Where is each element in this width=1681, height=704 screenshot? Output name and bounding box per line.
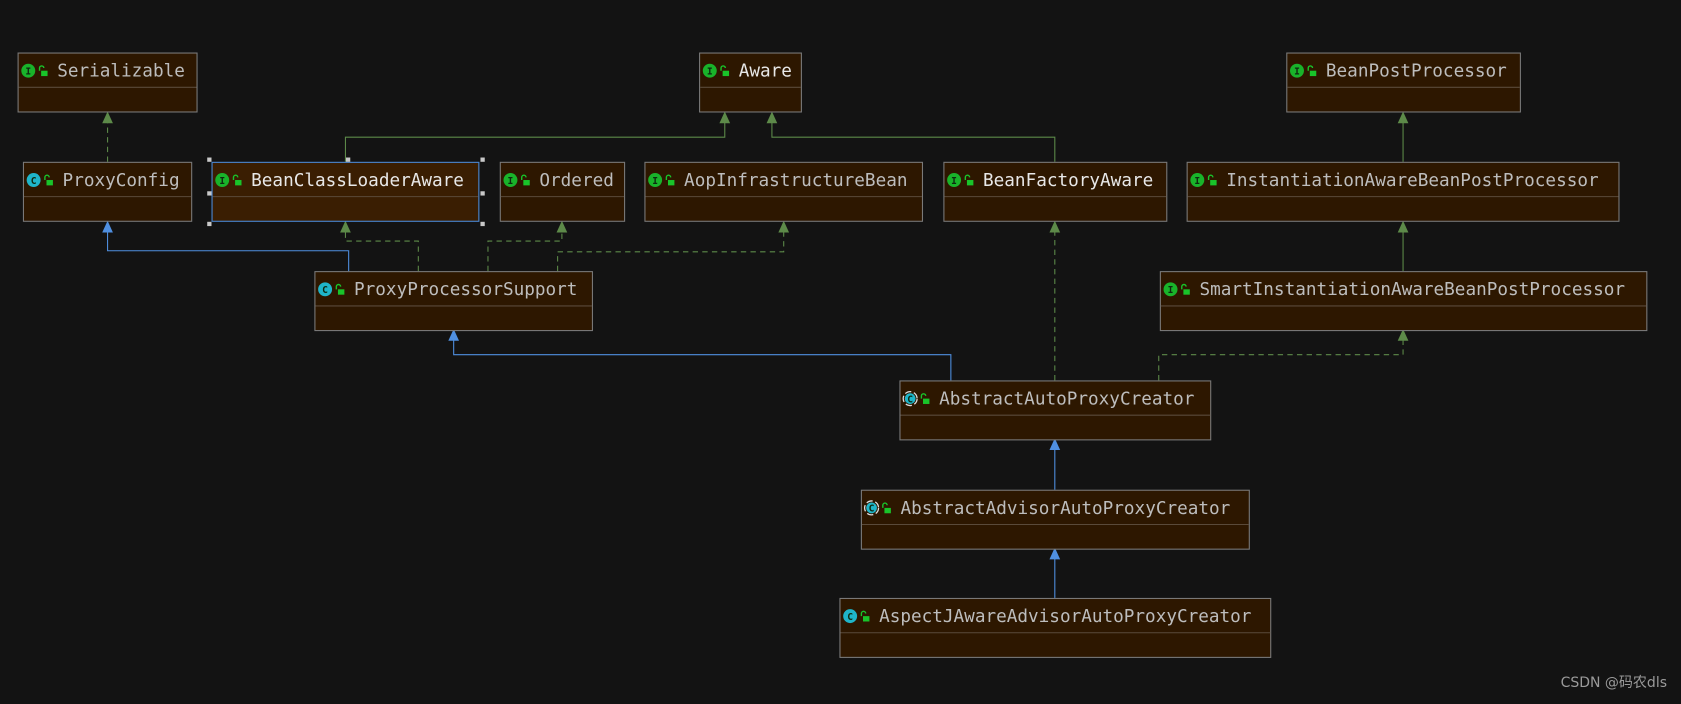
interface-icon: I <box>947 173 962 187</box>
arrowhead <box>1397 220 1409 233</box>
class-name: BeanClassLoaderAware <box>251 171 464 191</box>
arrowhead <box>102 220 113 233</box>
svg-text:C: C <box>847 612 853 623</box>
resize-handle[interactable] <box>480 157 485 162</box>
arrowhead <box>778 220 790 233</box>
svg-text:I: I <box>1294 66 1300 77</box>
class-name: ProxyConfig <box>63 171 180 191</box>
interface-icon: I <box>21 63 36 78</box>
resize-handle[interactable] <box>207 157 212 162</box>
svg-text:I: I <box>951 176 957 187</box>
class-node-bcla[interactable]: I BeanClassLoaderAware <box>207 157 485 227</box>
class-node-bpp[interactable]: I BeanPostProcessor <box>1286 52 1521 113</box>
arrowhead <box>556 220 568 233</box>
class-name: AbstractAdvisorAutoProxyCreator <box>901 499 1231 519</box>
svg-text:C: C <box>322 285 328 296</box>
svg-text:I: I <box>219 176 225 187</box>
svg-text:C: C <box>907 394 913 405</box>
watermark: CSDN @码农dls <box>1560 675 1667 691</box>
interface-icon: I <box>1290 63 1304 78</box>
class-icon: C <box>843 609 858 624</box>
svg-text:I: I <box>508 176 514 187</box>
class-node-aware[interactable]: I Aware <box>699 52 802 113</box>
class-name: SmartInstantiationAwareBeanPostProcessor <box>1199 280 1625 300</box>
class-name: AspectJAwareAdvisorAutoProxyCreator <box>879 607 1251 627</box>
resize-handle[interactable] <box>480 191 485 196</box>
uml-class-diagram: I Serializable I Aware I BeanPostProcessor C Pr… <box>17 52 1648 658</box>
interface-icon: I <box>1190 173 1205 187</box>
arrowhead <box>719 111 731 124</box>
edge-pps-aib <box>557 229 785 272</box>
edge-bcla-aware <box>344 120 726 162</box>
class-node-proxyconfig[interactable]: C ProxyConfig <box>22 161 193 222</box>
class-name: BeanFactoryAware <box>983 171 1153 191</box>
edge-pps-bcla <box>344 229 419 272</box>
arrowhead <box>1049 220 1061 233</box>
class-node-serializable[interactable]: I Serializable <box>17 52 198 113</box>
svg-text:I: I <box>652 176 658 187</box>
edge-aapc-siabpp <box>1158 337 1404 381</box>
svg-text:I: I <box>25 66 31 77</box>
class-name: ProxyProcessorSupport <box>354 280 577 300</box>
arrowhead <box>102 111 113 124</box>
arrowhead <box>766 111 778 124</box>
resize-handle[interactable] <box>207 221 212 227</box>
class-name: InstantiationAwareBeanPostProcessor <box>1226 171 1598 191</box>
interface-icon: I <box>1163 282 1178 297</box>
svg-text:I: I <box>1194 176 1200 187</box>
svg-text:I: I <box>707 66 713 77</box>
class-node-aib[interactable]: I AopInfrastructureBean <box>644 161 924 222</box>
class-node-aaapc[interactable]: C AbstractAdvisorAutoProxyCreator <box>860 489 1250 550</box>
class-node-bfa[interactable]: I BeanFactoryAware <box>943 161 1168 222</box>
class-node-pps[interactable]: C ProxyProcessorSupport <box>314 271 593 332</box>
class-node-aapc[interactable]: C AbstractAutoProxyCreator <box>899 380 1212 441</box>
class-name: Aware <box>739 62 792 82</box>
class-icon: C <box>26 173 41 187</box>
resize-handle[interactable] <box>480 221 485 227</box>
svg-text:I: I <box>1168 285 1174 296</box>
interface-icon: I <box>648 173 663 187</box>
class-name: AopInfrastructureBean <box>684 171 907 191</box>
class-node-ajaapc[interactable]: C AspectJAwareAdvisorAutoProxyCreator <box>839 597 1272 658</box>
class-name: BeanPostProcessor <box>1326 62 1507 82</box>
svg-text:C: C <box>869 504 875 515</box>
resize-handle[interactable] <box>345 157 351 162</box>
interface-icon: I <box>702 63 717 78</box>
class-name: Serializable <box>57 62 185 82</box>
class-node-iabpp[interactable]: I InstantiationAwareBeanPostProcessor <box>1186 161 1620 222</box>
class-node-ordered[interactable]: I Ordered <box>499 161 626 222</box>
interface-icon: I <box>215 173 230 187</box>
class-name: Ordered <box>539 171 613 191</box>
edge-pps-ordered <box>487 229 563 272</box>
arrowhead <box>340 220 351 233</box>
class-name: AbstractAutoProxyCreator <box>939 390 1194 410</box>
edge-bfa-aware <box>771 120 1056 162</box>
edge-aapc-pps <box>453 337 952 381</box>
svg-text:C: C <box>31 176 37 187</box>
arrowhead <box>1397 111 1409 124</box>
class-node-siabpp[interactable]: I SmartInstantiationAwareBeanPostProcesso… <box>1159 271 1648 332</box>
edge-pps-proxyconfig <box>107 229 350 272</box>
interface-icon: I <box>503 173 518 187</box>
class-icon: C <box>318 282 333 297</box>
resize-handle[interactable] <box>207 191 212 196</box>
